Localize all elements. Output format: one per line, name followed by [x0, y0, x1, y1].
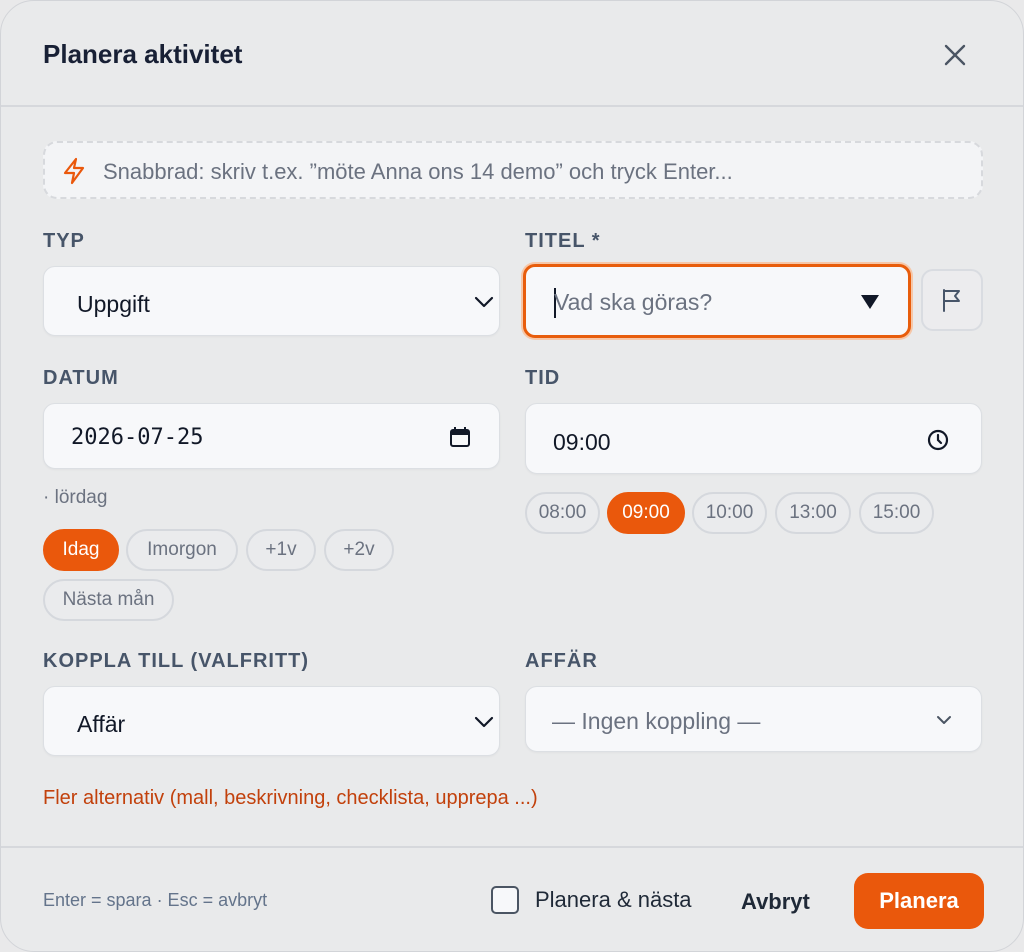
chevron-down-icon: [937, 716, 951, 724]
close-button[interactable]: [937, 37, 973, 73]
deal-select[interactable]: — Ingen koppling —: [525, 686, 982, 752]
keyboard-hint: Enter = spara · Esc = avbryt: [43, 890, 268, 910]
time-chip[interactable]: 13:00: [775, 492, 851, 534]
priority-flag-button[interactable]: [921, 269, 983, 331]
close-icon: [944, 44, 966, 66]
date-chip-today[interactable]: Idag: [43, 529, 119, 571]
time-chip-selected[interactable]: 09:00: [607, 492, 685, 534]
time-label: TID: [525, 367, 561, 389]
plan-button[interactable]: Planera: [854, 873, 984, 929]
link-to-select[interactable]: Affär: [43, 686, 500, 756]
link-to-label: KOPPLA TILL (VALFRITT): [43, 650, 310, 672]
plan-and-next-label[interactable]: Planera & nästa: [535, 887, 692, 913]
deal-label: AFFÄR: [525, 650, 598, 672]
link-to-select-value: Affär: [77, 711, 126, 737]
date-chip-plus-1-week[interactable]: +1v: [246, 529, 316, 571]
clock-icon[interactable]: [926, 428, 950, 452]
time-chip[interactable]: 10:00: [692, 492, 767, 534]
time-input-value: 09:00: [553, 429, 611, 455]
date-chip-plus-2-weeks[interactable]: +2v: [324, 529, 394, 571]
flag-icon: [943, 289, 960, 312]
title-input[interactable]: Vad ska göras?: [523, 264, 911, 338]
plan-and-next-toggle[interactable]: Planera & nästa: [491, 886, 692, 914]
chevron-down-icon: [474, 296, 494, 308]
date-chip-tomorrow[interactable]: Imorgon: [126, 529, 238, 571]
lightning-icon: [63, 157, 85, 185]
time-chip[interactable]: 15:00: [859, 492, 934, 534]
time-input[interactable]: 09:00: [525, 403, 982, 474]
chevron-down-icon: [474, 716, 494, 728]
plan-and-next-checkbox[interactable]: [491, 886, 519, 914]
title-input-placeholder: Vad ska göras?: [554, 289, 713, 315]
type-select-value: Uppgift: [77, 291, 150, 317]
date-label: DATUM: [43, 367, 119, 389]
date-input-value: 2026-07-25: [71, 425, 204, 450]
quick-entry-input[interactable]: Snabbrad: skriv t.ex. ”möte Anna ons 14 …: [43, 141, 983, 199]
dialog-title: Planera aktivitet: [43, 39, 243, 69]
quick-entry-placeholder: Snabbrad: skriv t.ex. ”möte Anna ons 14 …: [103, 159, 733, 184]
type-select[interactable]: Uppgift: [43, 266, 500, 336]
type-label: TYP: [43, 230, 85, 252]
more-options-link[interactable]: Fler alternativ (mall, beskrivning, chec…: [43, 787, 538, 810]
date-weekday: · lördag: [43, 487, 108, 508]
cancel-button[interactable]: Avbryt: [741, 889, 810, 915]
date-chip-next-month[interactable]: Nästa mån: [43, 579, 174, 621]
date-input[interactable]: 2026-07-25: [43, 403, 500, 469]
dropdown-triangle-icon[interactable]: [860, 293, 880, 311]
deal-select-value: — Ingen koppling —: [552, 708, 761, 734]
time-chip[interactable]: 08:00: [525, 492, 600, 534]
dialog-header: Planera aktivitet: [1, 1, 1023, 107]
dialog: Planera aktivitet Snabbrad: skriv t.ex. …: [0, 0, 1024, 952]
title-label: TITEL *: [525, 230, 601, 252]
calendar-icon[interactable]: [449, 426, 471, 448]
footer-divider: [1, 846, 1023, 848]
